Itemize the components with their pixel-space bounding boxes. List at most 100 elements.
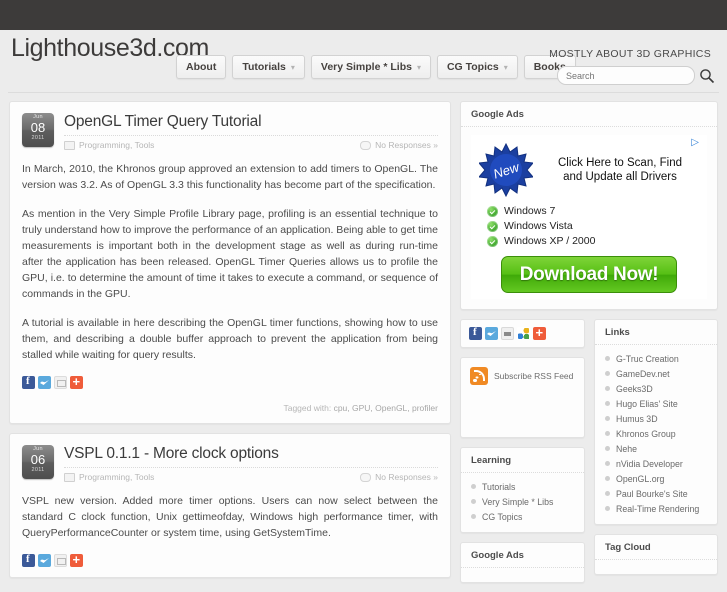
search-icon[interactable] (699, 68, 715, 84)
folder-icon (64, 140, 75, 150)
list-item[interactable]: Paul Bourke's Site (595, 486, 717, 501)
post-share-buttons (22, 552, 438, 567)
list-item[interactable]: OpenGL.org (595, 471, 717, 486)
list-item[interactable]: Tutorials (461, 479, 584, 494)
comment-bubble-icon (360, 140, 372, 150)
nav-label: Tutorials (242, 61, 286, 73)
bullet-icon (471, 484, 476, 489)
list-item-label: GameDev.net (616, 368, 670, 379)
list-item-label: Real-Time Rendering (616, 503, 700, 514)
list-item-label: Hugo Elias' Site (616, 398, 678, 409)
bullet-icon (605, 386, 610, 391)
post-categories-label[interactable]: Programming, Tools (79, 140, 154, 150)
ad-top: New Click Here to Scan, Find and Update … (471, 139, 707, 198)
download-now-button[interactable]: Download Now! (501, 256, 677, 293)
email-icon[interactable] (54, 554, 67, 567)
facebook-icon[interactable] (22, 553, 35, 567)
post-title[interactable]: VSPL 0.1.1 - More clock options (64, 445, 438, 462)
post-date-badge: Jun 06 2011 (22, 445, 54, 479)
links-widget: Links G-Truc Creation GameDev.net Geeks3… (594, 319, 718, 525)
post-paragraph: A tutorial is available in here describi… (22, 317, 438, 361)
addthis-icon[interactable] (70, 374, 83, 389)
post-article: Jun 08 2011 OpenGL Timer Query Tutorial … (9, 101, 451, 424)
list-item-label: Very Simple * Libs (482, 496, 554, 507)
ad-creative[interactable]: ▷ New Click Here to Scan, Find and Updat… (471, 135, 707, 299)
bullet-icon (605, 356, 610, 361)
comment-bubble-icon (360, 472, 372, 482)
list-item[interactable]: G-Truc Creation (595, 351, 717, 366)
list-item[interactable]: Hugo Elias' Site (595, 396, 717, 411)
post-body: In March, 2010, the Khronos group approv… (22, 161, 438, 363)
twitter-icon[interactable] (38, 554, 51, 567)
widget-title: Learning (461, 448, 584, 473)
chevron-down-icon: ▾ (503, 63, 508, 72)
folder-icon (64, 472, 75, 482)
rss-widget-spacer (461, 394, 584, 437)
nav-item-very-simple-libs[interactable]: Very Simple * Libs ▾ (310, 55, 431, 79)
list-item-label: Paul Bourke's Site (616, 488, 688, 499)
list-item[interactable]: nVidia Developer (595, 456, 717, 471)
post-paragraph: VSPL new version. Added more timer optio… (22, 495, 438, 539)
share-icons-row (461, 320, 584, 347)
list-item[interactable]: Humus 3D (595, 411, 717, 426)
addthis-icon[interactable] (70, 552, 83, 567)
nav-item-about[interactable]: About (176, 55, 227, 79)
ad-headline-line2: and Update all Drivers (563, 171, 677, 183)
list-item[interactable]: Khronos Group (595, 426, 717, 441)
print-icon[interactable] (501, 327, 514, 340)
widget-title: Tag Cloud (595, 535, 717, 560)
list-item[interactable]: Nehe (595, 441, 717, 456)
bullet-icon (471, 499, 476, 504)
post-date-badge: Jun 08 2011 (22, 113, 54, 147)
nav-item-cg-topics[interactable]: CG Topics ▾ (436, 55, 518, 79)
post-responses[interactable]: No Responses » (360, 472, 438, 482)
learning-widget: Learning Tutorials Very Simple * Libs CG… (460, 447, 585, 533)
tag-list[interactable]: cpu, GPU, OpenGL, profiler (334, 403, 438, 413)
post-categories: Programming, Tools (64, 140, 154, 150)
ad-feature-item: Windows Vista (487, 220, 707, 232)
post-title[interactable]: OpenGL Timer Query Tutorial (64, 113, 438, 130)
post-categories-label[interactable]: Programming, Tools (79, 472, 154, 482)
ad-feature-item: Windows 7 (487, 205, 707, 217)
search-input[interactable] (557, 66, 695, 85)
post-header-text: OpenGL Timer Query Tutorial Programming,… (64, 113, 438, 150)
nav-item-tutorials[interactable]: Tutorials ▾ (232, 55, 305, 79)
addthis-icon[interactable] (533, 325, 546, 340)
email-icon[interactable] (54, 376, 67, 389)
rss-icon (470, 367, 488, 385)
ad-feature-label: Windows 7 (504, 205, 556, 217)
twitter-icon[interactable] (485, 327, 498, 340)
rss-label: Subscribe RSS Feed (494, 371, 574, 381)
list-item-label: Tutorials (482, 481, 516, 492)
list-item[interactable]: GameDev.net (595, 366, 717, 381)
google-ads-body: ▷ New Click Here to Scan, Find and Updat… (461, 127, 717, 309)
nav-label: Very Simple * Libs (320, 61, 412, 73)
post-share-buttons (22, 374, 438, 389)
list-item-label: nVidia Developer (616, 458, 683, 469)
list-item-label: CG Topics (482, 511, 523, 522)
sidebar-columns: Subscribe RSS Feed Learning Tutorials (460, 319, 718, 592)
list-item[interactable]: CG Topics (461, 509, 584, 524)
post-header: Jun 08 2011 OpenGL Timer Query Tutorial … (22, 113, 438, 150)
facebook-icon[interactable] (469, 326, 482, 340)
site-tagline: MOSTLY ABOUT 3D GRAPHICS (549, 48, 711, 60)
main-column: Jun 08 2011 OpenGL Timer Query Tutorial … (9, 101, 451, 587)
bullet-icon (605, 416, 610, 421)
list-item[interactable]: Very Simple * Libs (461, 494, 584, 509)
rss-widget: Subscribe RSS Feed (460, 357, 585, 438)
nav-label: About (186, 61, 217, 73)
list-item[interactable]: Geeks3D (595, 381, 717, 396)
list-item[interactable]: Real-Time Rendering (595, 501, 717, 516)
rss-subscribe-link[interactable]: Subscribe RSS Feed (461, 358, 584, 394)
sidebar: Google Ads ▷ New Click Here to Scan, Fin… (460, 101, 718, 592)
post-responses[interactable]: No Responses » (360, 140, 438, 150)
twitter-icon[interactable] (38, 376, 51, 389)
date-year: 2011 (31, 467, 45, 473)
tag-cloud-widget: Tag Cloud (594, 534, 718, 575)
post-responses-label: No Responses » (375, 472, 438, 482)
adchoices-icon[interactable]: ▷ (691, 137, 699, 148)
bullet-icon (605, 476, 610, 481)
share-icon[interactable] (517, 327, 530, 340)
chevron-down-icon: ▾ (416, 63, 421, 72)
facebook-icon[interactable] (22, 375, 35, 389)
